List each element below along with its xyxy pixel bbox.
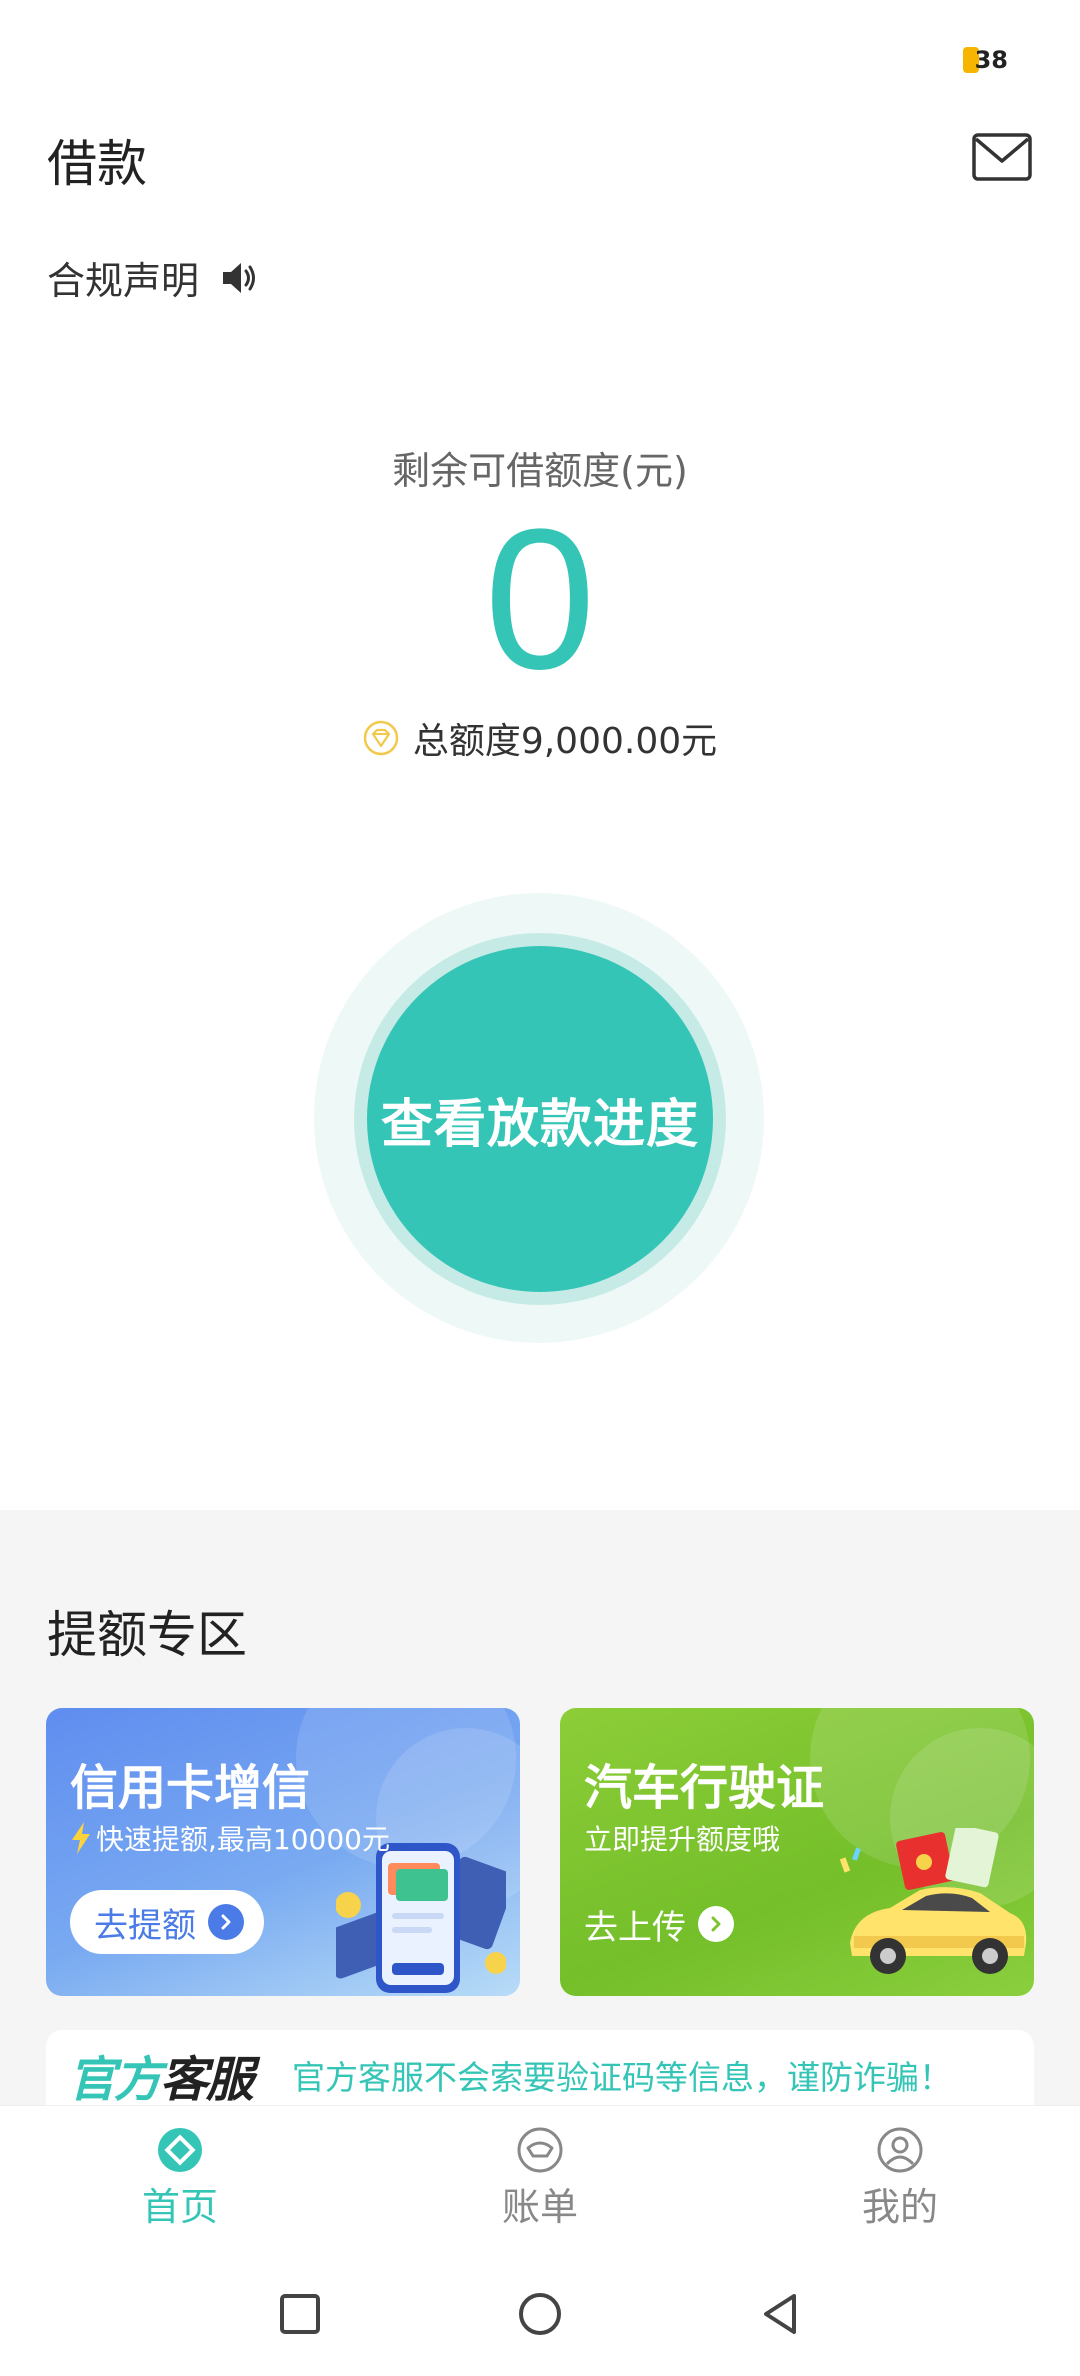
tab-home[interactable]: 首页 xyxy=(0,2106,360,2250)
section-title: 提额专区 xyxy=(47,1606,247,1664)
chevron-right-icon xyxy=(208,1904,244,1940)
upload-label: 去上传 xyxy=(584,1907,686,1948)
total-credit-label: 总额度9,000.00元 xyxy=(412,721,718,762)
mail-icon[interactable] xyxy=(972,133,1032,181)
increase-limit-label: 去提额 xyxy=(94,1905,196,1946)
remaining-credit-label: 剩余可借额度(元) xyxy=(392,449,688,493)
diamond-icon xyxy=(363,720,399,756)
increase-limit-button[interactable]: 去提额 xyxy=(70,1890,264,1954)
status-bar: 38 xyxy=(0,0,1080,110)
view-loan-progress-label: 查看放款进度 xyxy=(380,1094,699,1155)
page-title: 借款 xyxy=(47,135,147,193)
compliance-label: 合规声明 xyxy=(47,259,200,303)
bill-icon xyxy=(517,2127,563,2173)
tab-profile[interactable]: 我的 xyxy=(720,2106,1080,2250)
home-icon xyxy=(158,2128,202,2172)
upload-button[interactable]: 去上传 xyxy=(584,1894,734,1954)
tab-bill-label: 账单 xyxy=(501,2185,578,2229)
car-illustration xyxy=(840,1828,1027,1974)
battery-level: 38 xyxy=(974,46,1008,74)
compliance-statement[interactable]: 合规声明 xyxy=(47,250,259,305)
remaining-credit-value: 0 xyxy=(484,488,596,711)
recent-apps-icon[interactable] xyxy=(276,2290,324,2338)
system-navigation-bar xyxy=(0,2250,1080,2376)
notice-text: 官方客服不会索要验证码等信息，谨防诈骗！ xyxy=(292,2058,953,2097)
view-loan-progress-button[interactable]: 查看放款进度 xyxy=(367,946,713,1292)
card-subtitle: 立即提升额度哦 xyxy=(584,1823,781,1856)
battery-indicator: 38 xyxy=(962,44,1008,76)
tab-bill[interactable]: 账单 xyxy=(360,2106,720,2250)
tab-profile-label: 我的 xyxy=(861,2185,938,2229)
back-icon[interactable] xyxy=(756,2290,804,2338)
credit-increase-section: 提额专区 信用卡增信 快速提额,最高10000元 去提额 汽车行驶证 立即提升额… xyxy=(0,1510,1080,2120)
tab-home-label: 首页 xyxy=(141,2185,218,2229)
card-subtitle-row: 快速提额,最高10000元 xyxy=(70,1818,390,1858)
card-subtitle: 快速提额,最高10000元 xyxy=(96,1823,390,1856)
chevron-right-icon xyxy=(698,1906,734,1942)
official-service-logo: 官方客服 xyxy=(68,2052,254,2108)
profile-icon xyxy=(877,2127,923,2173)
bottom-navigation: 首页 账单 我的 xyxy=(0,2105,1080,2250)
vehicle-license-card[interactable]: 汽车行驶证 立即提升额度哦 去上传 xyxy=(560,1708,1034,1996)
total-credit-row: 总额度9,000.00元 xyxy=(0,712,1080,764)
credit-card-boost-card[interactable]: 信用卡增信 快速提额,最高10000元 去提额 xyxy=(46,1708,520,1996)
speaker-icon xyxy=(223,262,256,293)
card-title: 汽车行驶证 xyxy=(584,1760,825,1816)
lightning-icon xyxy=(72,1822,90,1854)
home-button-icon[interactable] xyxy=(516,2290,564,2338)
card-title: 信用卡增信 xyxy=(70,1760,311,1816)
